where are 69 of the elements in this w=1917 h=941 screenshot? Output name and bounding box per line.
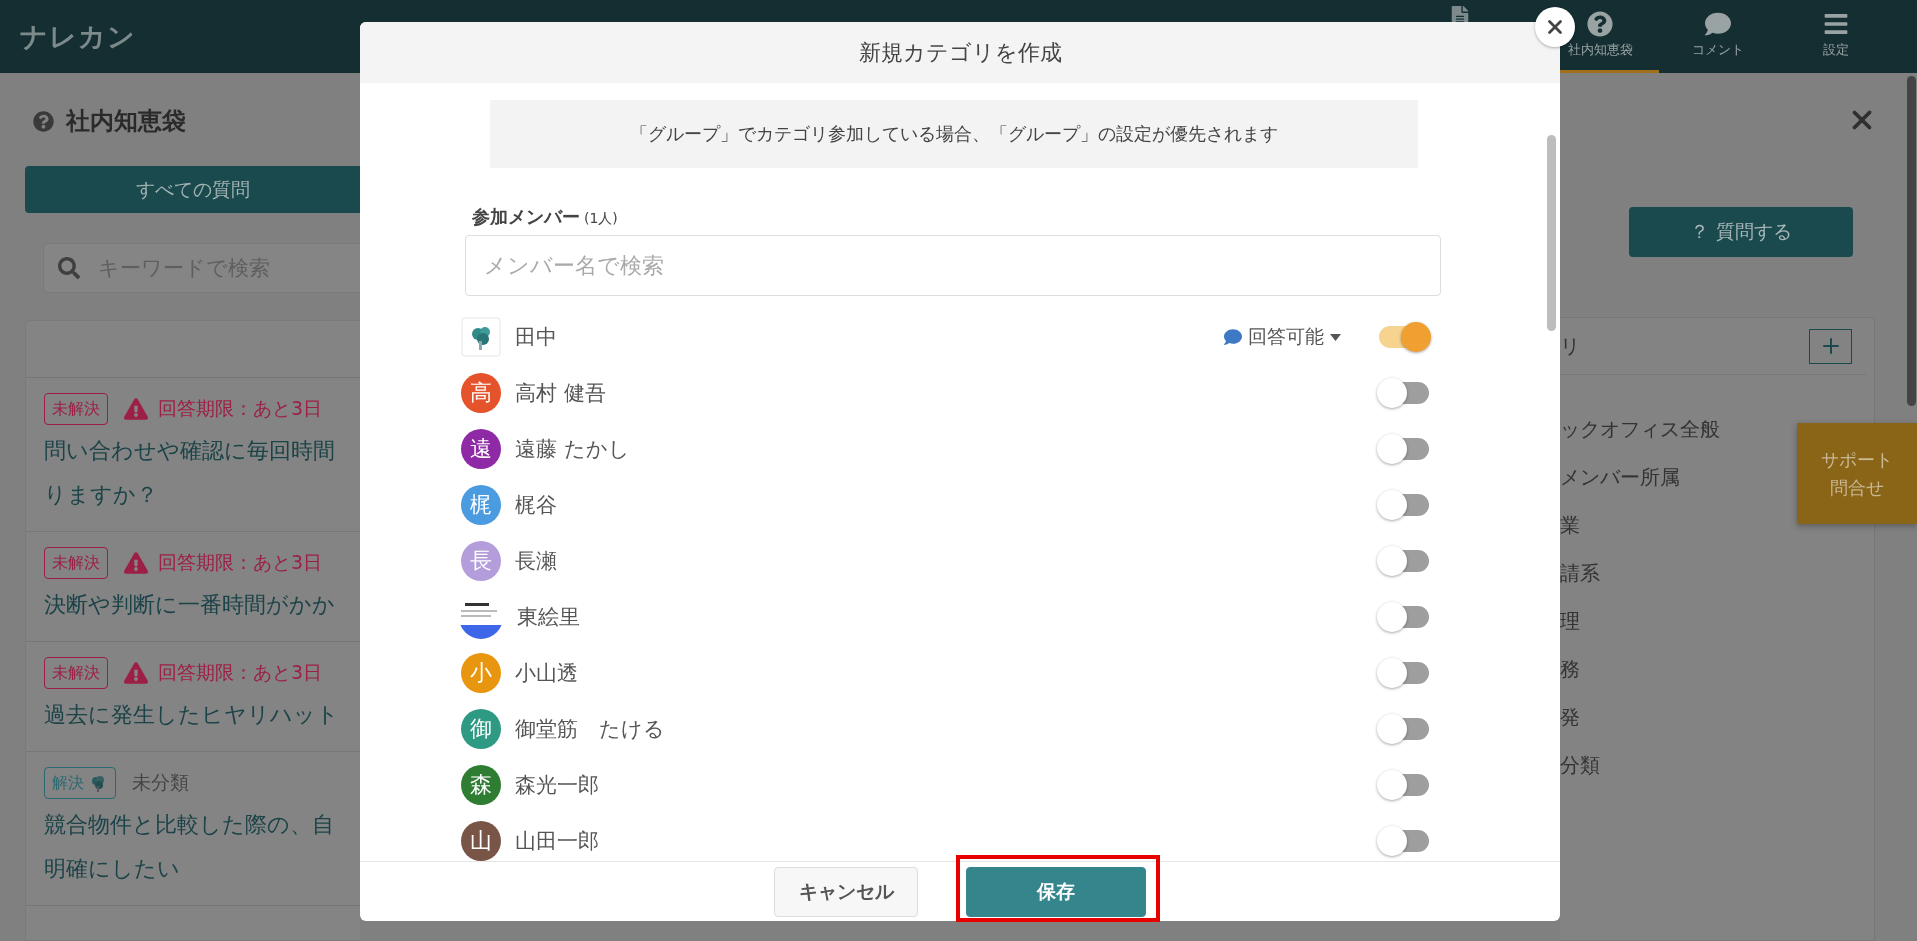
dialog-title: 新規カテゴリを作成 — [858, 38, 1062, 67]
member-name: 小山透 — [515, 660, 578, 687]
member-name: 森光一郎 — [515, 772, 599, 799]
help-icon — [33, 110, 54, 132]
avatar: 遠 — [461, 429, 501, 469]
notice-text: 「グループ」でカテゴリ参加している場合、「グループ」の設定が優先されます — [490, 100, 1418, 168]
support-tab[interactable]: サポート 問合せ — [1797, 423, 1917, 524]
avatar: 森 — [461, 765, 501, 805]
status-tag: 解決 — [44, 767, 116, 799]
avatar: 梶 — [461, 485, 501, 525]
app-logo: ナレカン — [20, 19, 136, 54]
speech-bubble-icon — [1224, 328, 1242, 346]
category-item[interactable]: ックオフィス全般 — [1560, 405, 1720, 453]
category-item[interactable]: メンバー所属 — [1560, 453, 1680, 501]
member-name: 御堂筋 たける — [515, 716, 665, 743]
member-name: 梶谷 — [515, 492, 557, 519]
avatar: 小 — [461, 653, 501, 693]
caret-icon — [1330, 333, 1341, 341]
avatar: 御 — [461, 709, 501, 749]
warning-icon — [124, 397, 148, 421]
role-dropdown[interactable]: 回答可能 — [1224, 324, 1341, 350]
deadline-text: 回答期限：あと3日 — [158, 550, 323, 575]
deadline-text: 回答期限：あと3日 — [158, 660, 323, 685]
member-name: 東絵里 — [517, 604, 580, 631]
warning-icon — [124, 551, 148, 575]
warning-icon — [124, 661, 148, 685]
menu-icon — [1823, 11, 1849, 37]
search-icon — [58, 257, 80, 279]
deadline-text: 回答期限：あと3日 — [158, 396, 323, 421]
member-count: (1人) — [584, 210, 618, 228]
nav-tab[interactable]: コメント — [1659, 0, 1777, 73]
save-button[interactable]: 保存 — [966, 866, 1146, 917]
help-icon — [1587, 11, 1613, 37]
comment-icon — [1705, 11, 1731, 37]
category-item[interactable]: 分類 — [1560, 741, 1600, 789]
status-tag: 未解決 — [44, 657, 108, 689]
member-name: 長瀬 — [515, 548, 557, 575]
category-item[interactable]: 請系 — [1560, 549, 1600, 597]
member-search-field[interactable]: メンバー名で検索 — [465, 235, 1441, 296]
question-title[interactable]: 過去に発生したヒヤリハット — [44, 693, 360, 737]
field-label: 参加メンバー — [472, 205, 580, 229]
category-item[interactable]: 発 — [1560, 693, 1580, 741]
avatar: 長 — [461, 541, 501, 581]
nav-tab[interactable]: 設定 — [1777, 0, 1895, 73]
scrollbar[interactable] — [1907, 76, 1916, 406]
avatar: 山 — [461, 821, 501, 861]
cancel-button[interactable]: キャンセル — [774, 866, 918, 917]
question-title[interactable]: 決断や判断に一番時間がかか — [44, 583, 360, 627]
category-item[interactable]: 務 — [1560, 645, 1580, 693]
question-title[interactable]: 競合物件と比較した際の、自 — [44, 803, 360, 847]
question-title[interactable]: りますか？ — [44, 473, 360, 517]
panel-title: 社内知恵袋 — [66, 106, 186, 137]
question-title[interactable]: 明確にしたい — [44, 847, 360, 891]
member-name: 田中 — [515, 324, 557, 351]
category-text: 未分類 — [132, 770, 189, 795]
panel-heading: リ — [1560, 332, 1580, 360]
member-name: 遠藤 たかし — [515, 436, 630, 463]
member-name: 山田一郎 — [515, 828, 599, 855]
add-category-button[interactable] — [1809, 328, 1852, 364]
scrollbar[interactable] — [1547, 135, 1556, 331]
status-tag: 未解決 — [44, 393, 108, 425]
member-name: 高村 健吾 — [515, 380, 606, 407]
filter-button[interactable]: すべての質問 — [25, 166, 360, 213]
category-item[interactable]: 理 — [1560, 597, 1580, 645]
category-item[interactable]: 業 — [1560, 501, 1580, 549]
ask-question-button[interactable]: ？ 質問する — [1629, 207, 1853, 257]
question-title[interactable]: 問い合わせや確認に毎回時間 — [44, 429, 360, 473]
avatar: 高 — [461, 373, 501, 413]
status-tag: 未解決 — [44, 547, 108, 579]
